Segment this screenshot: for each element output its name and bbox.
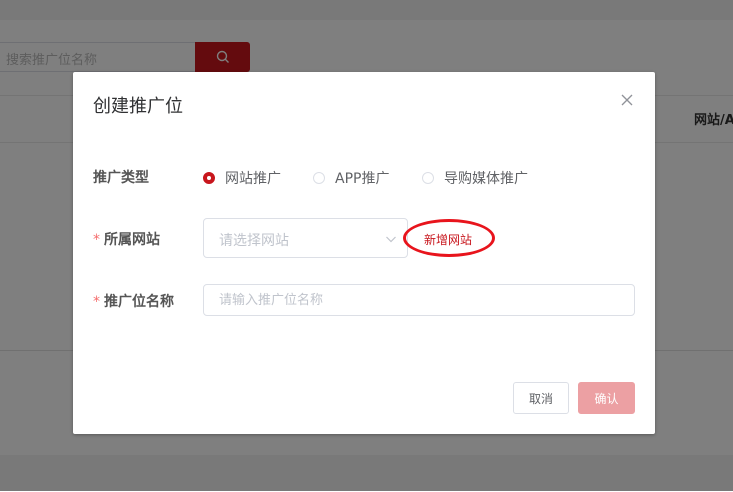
- cancel-button[interactable]: 取消: [513, 382, 569, 414]
- radio-button-checked[interactable]: [203, 172, 215, 184]
- site-label: * 所属网站: [93, 229, 160, 249]
- radio-button[interactable]: [313, 172, 325, 184]
- dialog-title: 创建推广位: [93, 96, 183, 117]
- required-mark: *: [93, 232, 100, 248]
- promotion-type-label-text: 推广类型: [93, 170, 149, 186]
- site-label-text: 所属网站: [104, 232, 160, 248]
- radio-shopping-media-promotion[interactable]: 导购媒体推广: [422, 168, 528, 188]
- chevron-down-icon: [386, 236, 396, 243]
- radio-app-promotion[interactable]: APP推广: [313, 168, 389, 188]
- radio-label: 网站推广: [225, 171, 281, 187]
- close-icon: [621, 94, 633, 106]
- site-select[interactable]: 请选择网站: [203, 218, 408, 258]
- promotion-name-label-text: 推广位名称: [104, 294, 174, 310]
- close-button[interactable]: [619, 92, 635, 108]
- promotion-name-label: * 推广位名称: [93, 291, 174, 311]
- confirm-button[interactable]: 确认: [578, 382, 635, 414]
- promotion-name-input[interactable]: [203, 284, 635, 316]
- add-site-link[interactable]: 新增网站: [424, 231, 472, 248]
- site-select-placeholder: 请选择网站: [219, 233, 289, 249]
- promotion-type-label: 推广类型: [93, 167, 149, 187]
- create-promotion-dialog: 创建推广位 推广类型 网站推广 APP推广 导购媒体推广 * 所属网站 请选择网站…: [73, 72, 655, 434]
- radio-label: APP推广: [335, 171, 390, 187]
- radio-website-promotion[interactable]: 网站推广: [203, 168, 281, 188]
- radio-label: 导购媒体推广: [444, 171, 528, 187]
- required-mark: *: [93, 294, 100, 310]
- radio-button[interactable]: [422, 172, 434, 184]
